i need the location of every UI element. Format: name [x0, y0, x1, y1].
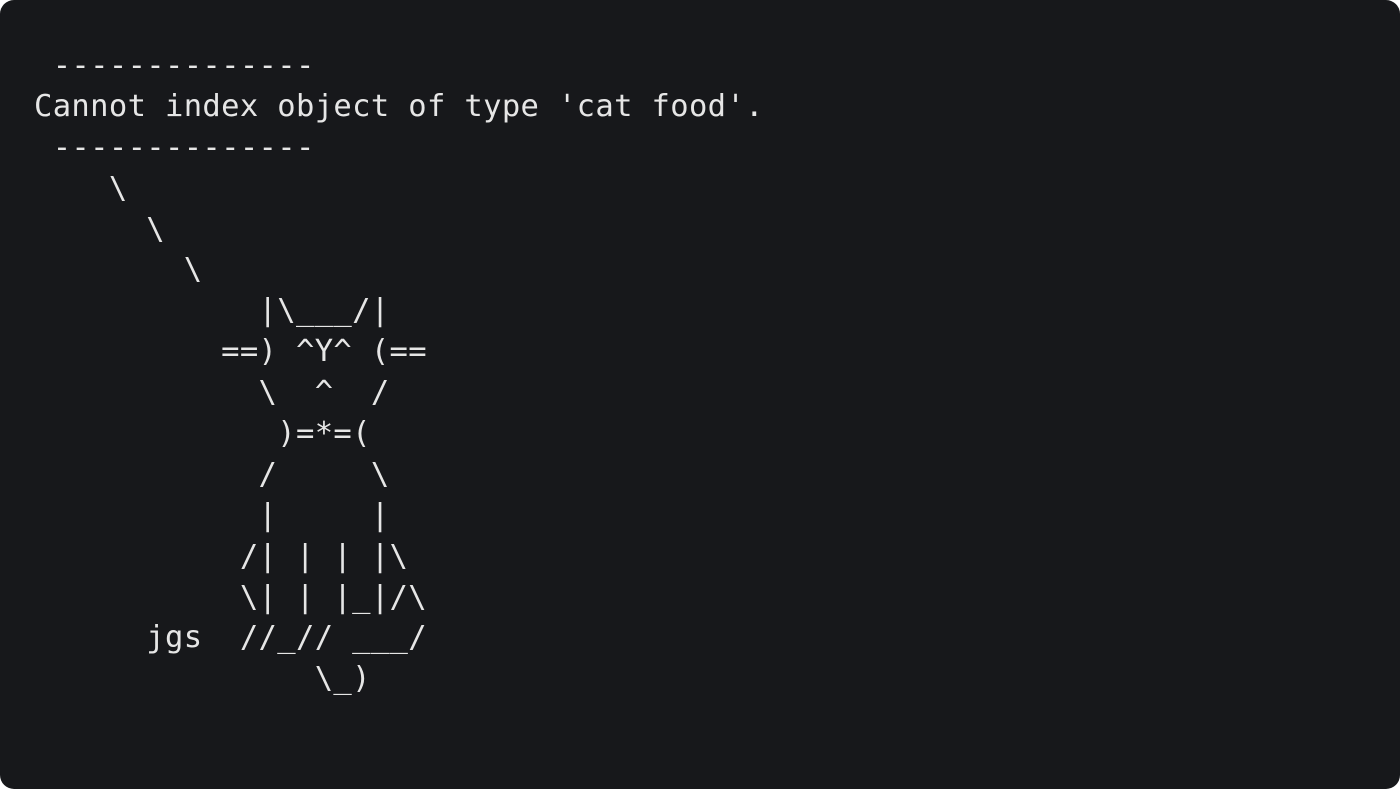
speech-border-bottom: --------------	[34, 129, 315, 165]
error-message: Cannot index object of type 'cat food'.	[34, 88, 764, 124]
cat-legs-line-1: /| | | |\	[34, 538, 409, 574]
cat-legs-line-2: \| | |_|/\	[34, 579, 427, 615]
speech-tail-line-2: \	[34, 211, 165, 247]
cat-signature-line: jgs //_// ___/	[34, 620, 427, 656]
speech-tail-line-3: \	[34, 252, 203, 288]
cat-body-line: | |	[34, 497, 390, 533]
cat-face-line: ==) ^Y^ (==	[34, 334, 427, 370]
cat-tail-line: \_)	[34, 661, 371, 697]
speech-tail-line-1: \	[34, 170, 128, 206]
terminal-output: -------------- Cannot index object of typ…	[34, 46, 764, 700]
terminal-window: -------------- Cannot index object of typ…	[0, 0, 1400, 789]
speech-border-top: --------------	[34, 48, 315, 83]
cat-shoulders-line: / \	[34, 456, 390, 492]
cat-ears-line: |\___/|	[34, 293, 390, 329]
cat-neck-line: )=*=(	[34, 416, 371, 452]
cat-muzzle-line: \ ^ /	[34, 375, 390, 411]
